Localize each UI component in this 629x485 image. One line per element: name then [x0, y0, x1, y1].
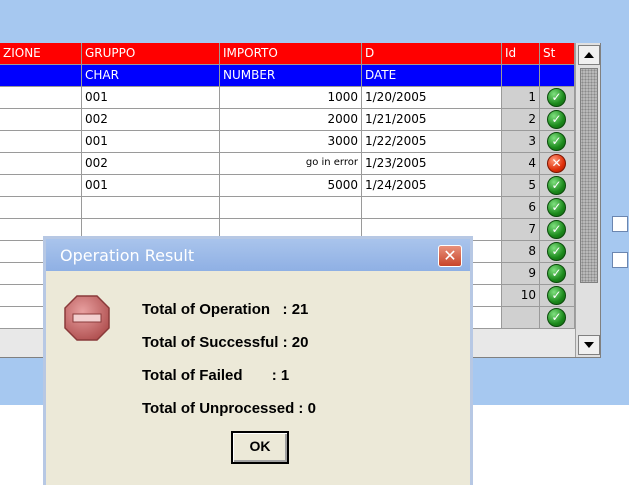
date-cell[interactable]: 1/23/2005	[362, 153, 502, 175]
id-cell[interactable]: 5	[502, 175, 540, 197]
gruppo-cell[interactable]: 002	[82, 153, 220, 175]
column-header-row: ZIONE GRUPPO IMPORTO D Id St	[0, 43, 575, 65]
scroll-up-button[interactable]	[578, 45, 600, 65]
importo-cell[interactable]: 3000	[220, 131, 362, 153]
descrizione-cell[interactable]	[0, 175, 82, 197]
side-checkbox-2[interactable]	[612, 252, 628, 268]
scroll-down-button[interactable]	[578, 335, 600, 355]
dialog-title-bar[interactable]: Operation Result ✕	[46, 239, 470, 271]
gruppo-cell[interactable]: 002	[82, 109, 220, 131]
column-type-descrizione	[0, 65, 82, 87]
total-operation-text: Total of Operation : 21	[142, 301, 309, 318]
total-unprocessed-text: Total of Unprocessed : 0	[142, 400, 316, 417]
column-header-id[interactable]: Id	[502, 43, 540, 65]
status-cell[interactable]: ✓	[540, 241, 575, 263]
id-cell[interactable]: 9	[502, 263, 540, 285]
stop-sign-icon	[64, 295, 110, 341]
column-type-date: DATE	[362, 65, 502, 87]
status-cell[interactable]: ✓	[540, 219, 575, 241]
column-header-descrizione[interactable]: ZIONE	[0, 43, 82, 65]
close-icon: ✕	[443, 246, 457, 265]
operation-result-dialog: Operation Result ✕ Total of Operation : …	[43, 236, 473, 485]
status-cell[interactable]: ✓	[540, 109, 575, 131]
id-cell[interactable]: 3	[502, 131, 540, 153]
id-cell[interactable]: 1	[502, 87, 540, 109]
status-cell[interactable]: ✓	[540, 175, 575, 197]
table-row[interactable]: 6 ✓	[0, 197, 575, 219]
column-header-importo[interactable]: IMPORTO	[220, 43, 362, 65]
importo-cell[interactable]	[220, 197, 362, 219]
table-row[interactable]: 001 1000 1/20/2005 1 ✓	[0, 87, 575, 109]
status-cell[interactable]: ✓	[540, 131, 575, 153]
id-cell[interactable]: 6	[502, 197, 540, 219]
scroll-thumb[interactable]	[580, 68, 598, 283]
column-type-id	[502, 65, 540, 87]
gruppo-cell[interactable]: 001	[82, 87, 220, 109]
check-circle-icon: ✓	[547, 132, 566, 151]
status-cell[interactable]: ✓	[540, 263, 575, 285]
descrizione-cell[interactable]	[0, 131, 82, 153]
check-circle-icon: ✓	[547, 88, 566, 107]
id-cell[interactable]: 7	[502, 219, 540, 241]
column-header-date[interactable]: D	[362, 43, 502, 65]
date-cell[interactable]: 1/20/2005	[362, 87, 502, 109]
status-cell[interactable]: ✓	[540, 285, 575, 307]
importo-cell[interactable]: 2000	[220, 109, 362, 131]
x-circle-icon: ✕	[547, 154, 566, 173]
descrizione-cell[interactable]	[0, 87, 82, 109]
column-type-status	[540, 65, 575, 87]
column-type-importo: NUMBER	[220, 65, 362, 87]
descrizione-cell[interactable]	[0, 153, 82, 175]
importo-cell[interactable]: go in error	[220, 153, 362, 175]
status-cell[interactable]: ✓	[540, 87, 575, 109]
column-header-status[interactable]: St	[540, 43, 575, 65]
importo-cell[interactable]: 5000	[220, 175, 362, 197]
vertical-scrollbar[interactable]	[575, 43, 600, 357]
descrizione-cell[interactable]	[0, 109, 82, 131]
id-cell[interactable]: 4	[502, 153, 540, 175]
gruppo-cell[interactable]	[82, 197, 220, 219]
check-circle-icon: ✓	[547, 286, 566, 305]
date-cell[interactable]	[362, 197, 502, 219]
id-cell[interactable]: 2	[502, 109, 540, 131]
check-circle-icon: ✓	[547, 242, 566, 261]
check-circle-icon: ✓	[547, 198, 566, 217]
gruppo-cell[interactable]: 001	[82, 131, 220, 153]
status-cell[interactable]: ✓	[540, 197, 575, 219]
status-cell[interactable]: ✓	[540, 307, 575, 329]
total-successful-text: Total of Successful : 20	[142, 334, 309, 351]
importo-cell[interactable]: 1000	[220, 87, 362, 109]
table-row[interactable]: 002 go in error 1/23/2005 4 ✕	[0, 153, 575, 175]
column-type-row: CHAR NUMBER DATE	[0, 65, 575, 87]
status-cell[interactable]: ✕	[540, 153, 575, 175]
arrow-up-icon	[584, 52, 594, 58]
ok-button[interactable]: OK	[231, 431, 289, 464]
table-row[interactable]: 001 5000 1/24/2005 5 ✓	[0, 175, 575, 197]
total-failed-text: Total of Failed : 1	[142, 367, 290, 384]
table-row[interactable]: 002 2000 1/21/2005 2 ✓	[0, 109, 575, 131]
date-cell[interactable]: 1/22/2005	[362, 131, 502, 153]
descrizione-cell[interactable]	[0, 197, 82, 219]
arrow-down-icon	[584, 342, 594, 348]
gruppo-cell[interactable]: 001	[82, 175, 220, 197]
column-type-gruppo: CHAR	[82, 65, 220, 87]
column-header-gruppo[interactable]: GRUPPO	[82, 43, 220, 65]
check-circle-icon: ✓	[547, 264, 566, 283]
id-cell[interactable]: 10	[502, 285, 540, 307]
check-circle-icon: ✓	[547, 110, 566, 129]
id-cell[interactable]: 8	[502, 241, 540, 263]
date-cell[interactable]: 1/21/2005	[362, 109, 502, 131]
side-checkbox-1[interactable]	[612, 216, 628, 232]
table-row[interactable]: 001 3000 1/22/2005 3 ✓	[0, 131, 575, 153]
close-button[interactable]: ✕	[438, 245, 462, 267]
check-circle-icon: ✓	[547, 176, 566, 195]
check-circle-icon: ✓	[547, 220, 566, 239]
check-circle-icon: ✓	[547, 308, 566, 327]
dialog-title: Operation Result	[60, 246, 195, 265]
date-cell[interactable]: 1/24/2005	[362, 175, 502, 197]
id-cell[interactable]	[502, 307, 540, 329]
